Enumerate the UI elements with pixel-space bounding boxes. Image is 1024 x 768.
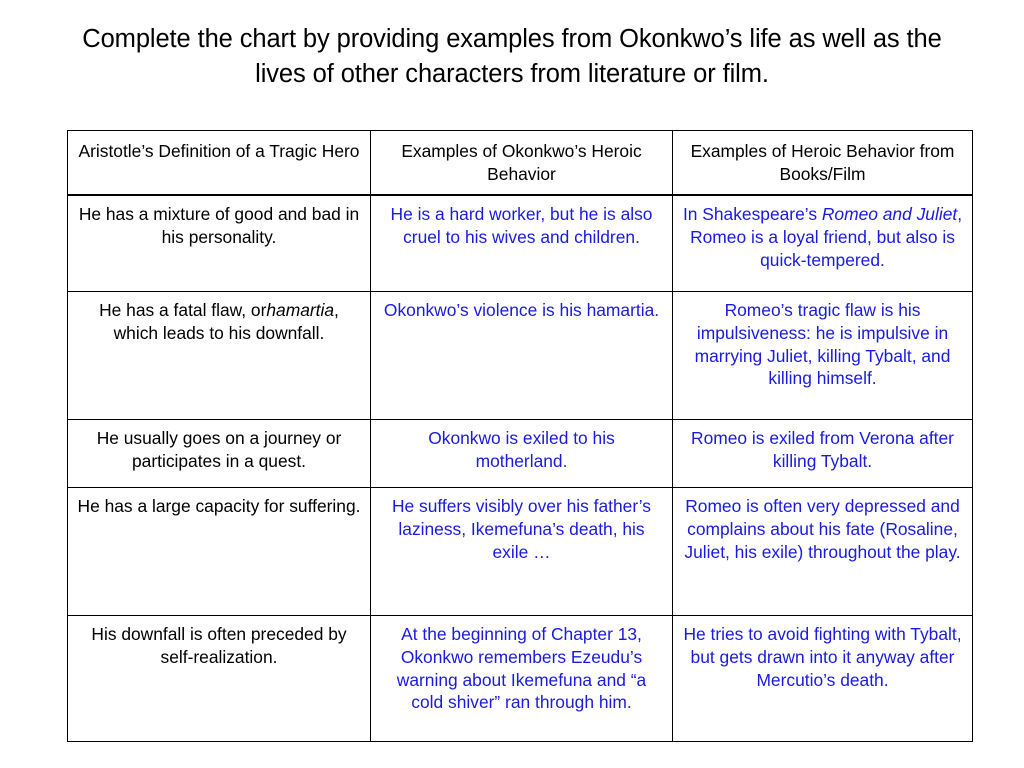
table-row: He usually goes on a journey or particip… <box>67 419 973 489</box>
cell-books-film-example: Romeo is exiled from Verona after killin… <box>672 419 973 489</box>
cell-definition: He has a mixture of good and bad in his … <box>67 194 371 293</box>
cell-okonkwo-example: At the beginning of Chapter 13, Okonkwo … <box>370 615 673 743</box>
table-header-row: Aristotle’s Definition of a Tragic Hero … <box>67 130 973 197</box>
cell-books-film-example: In Shakespeare’s Romeo and Juliet, Romeo… <box>672 194 973 293</box>
column-header-okonkwo-examples: Examples of Okonkwo’s Heroic Behavior <box>370 130 673 197</box>
table-row: He has a fatal flaw, orhamartia, which l… <box>67 291 973 421</box>
cell-okonkwo-example: He suffers visibly over his father’s laz… <box>370 487 673 617</box>
page-title: Complete the chart by providing examples… <box>82 25 942 88</box>
column-header-books-film-examples: Examples of Heroic Behavior from Books/F… <box>672 130 973 197</box>
cell-okonkwo-example: Okonkwo is exiled to his motherland. <box>370 419 673 489</box>
slide: Complete the chart by providing examples… <box>0 0 1024 768</box>
table-row: He has a mixture of good and bad in his … <box>67 194 973 293</box>
cell-books-film-example: Romeo’s tragic flaw is his impulsiveness… <box>672 291 973 421</box>
cell-definition: He has a large capacity for suffering. <box>67 487 371 617</box>
cell-books-film-example: Romeo is often very depressed and compla… <box>672 487 973 617</box>
cell-definition: He has a fatal flaw, orhamartia, which l… <box>67 291 371 421</box>
cell-definition: His downfall is often preceded by self-r… <box>67 615 371 743</box>
column-header-definition: Aristotle’s Definition of a Tragic Hero <box>67 130 371 197</box>
cell-okonkwo-example: He is a hard worker, but he is also crue… <box>370 194 673 293</box>
tragic-hero-table: Aristotle’s Definition of a Tragic Hero … <box>67 130 973 743</box>
cell-definition: He usually goes on a journey or particip… <box>67 419 371 489</box>
cell-books-film-example: He tries to avoid fighting with Tybalt, … <box>672 615 973 743</box>
cell-okonkwo-example: Okonkwo’s violence is his hamartia. <box>370 291 673 421</box>
table-row: His downfall is often preceded by self-r… <box>67 615 973 743</box>
table-row: He has a large capacity for suffering. H… <box>67 487 973 617</box>
